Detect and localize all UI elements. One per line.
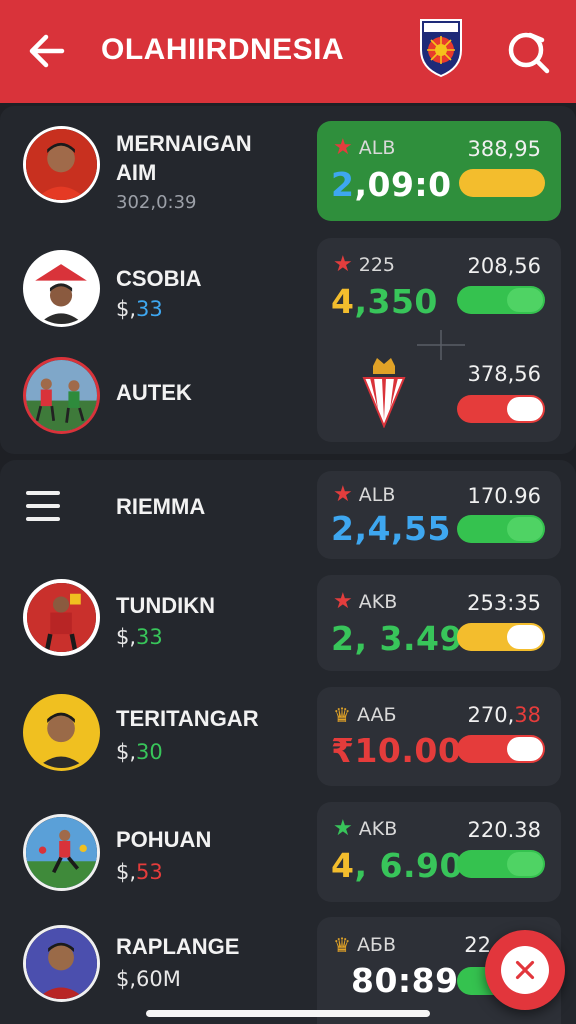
player-name: TUNDIKN	[116, 593, 215, 618]
toggle-switch[interactable]	[457, 286, 545, 314]
home-indicator	[146, 1010, 430, 1017]
star-icon: ★	[333, 135, 353, 160]
player-stat: 302,0:39	[116, 192, 197, 213]
player-stat: 30	[136, 740, 163, 764]
card-tag: AБB	[356, 934, 397, 956]
card-value-part: 38	[514, 703, 541, 727]
star-icon: ★	[333, 589, 353, 614]
currency-prefix: $,	[116, 740, 137, 764]
toggle-knob	[507, 517, 543, 541]
close-icon	[501, 946, 549, 994]
card-score: 2,4,55	[331, 509, 451, 548]
toggle-knob	[507, 625, 543, 649]
toggle-switch[interactable]	[459, 169, 545, 197]
toggle-knob	[507, 737, 543, 761]
card-tag: AKB	[358, 591, 398, 613]
player-name: AUTEK	[116, 380, 192, 405]
player-stat: $,60M	[116, 967, 181, 991]
card-value: 388,95	[467, 137, 541, 161]
player-stat: 33	[136, 297, 163, 321]
close-button[interactable]	[485, 930, 565, 1010]
team-crest-icon	[418, 16, 464, 78]
card-value: 253:35	[467, 591, 541, 615]
card-score: , 6.90	[354, 846, 463, 885]
card-score: , 3.49	[354, 619, 463, 658]
back-arrow-icon[interactable]	[22, 26, 72, 76]
currency-prefix: $,	[116, 860, 137, 884]
card-score-part: 4	[331, 846, 355, 885]
odds-card[interactable]: ★ ALB 388,95 2,09:0	[317, 121, 561, 221]
player-stat: 53	[136, 860, 163, 884]
odds-card[interactable]: ★ ALB 170.96 2,4,55	[317, 471, 561, 559]
toggle-switch[interactable]	[457, 850, 545, 878]
toggle-switch[interactable]	[457, 623, 545, 651]
avatar[interactable]	[23, 357, 100, 434]
card-score-part: 2	[331, 165, 355, 204]
odds-card[interactable]: ★ AKB 220.38 4, 6.90	[317, 802, 561, 902]
toggle-knob	[507, 288, 543, 312]
avatar[interactable]	[23, 250, 100, 327]
toggle-knob	[507, 852, 543, 876]
card-score: ₹10.00	[331, 731, 462, 770]
player-name: TERITANGAR	[116, 706, 259, 731]
avatar[interactable]	[23, 694, 100, 771]
crown-icon: ♛	[333, 933, 351, 957]
card-score-part: 2	[331, 619, 355, 658]
plus-icon	[417, 330, 465, 360]
search-icon[interactable]	[502, 26, 552, 76]
card-tag: ALB	[358, 137, 396, 159]
avatar[interactable]	[23, 925, 100, 1002]
player-name-line2: AIM	[116, 160, 157, 185]
card-score: 80:89	[351, 961, 459, 1000]
card-value: 170.96	[467, 484, 541, 508]
star-icon: ★	[333, 482, 353, 507]
player-stat: 33	[136, 625, 163, 649]
card-value: 220.38	[467, 818, 541, 842]
app-header: OLAHIIRDNESIA	[0, 0, 576, 103]
card-tag: AKB	[358, 818, 398, 840]
card-value: 208,56	[467, 254, 541, 278]
avatar[interactable]	[23, 814, 100, 891]
card-score: ,350	[354, 282, 438, 321]
card-score: ,09:0	[354, 165, 452, 204]
card-tag: ALB	[358, 484, 396, 506]
card-value: 22	[464, 933, 491, 957]
toggle-switch[interactable]	[457, 735, 545, 763]
player-name: MERNAIGAN	[116, 131, 252, 156]
toggle-knob	[507, 397, 543, 421]
avatar[interactable]	[23, 579, 100, 656]
player-name: RAPLANGE	[116, 934, 240, 959]
odds-card[interactable]: ★ AKB 253:35 2, 3.49	[317, 575, 561, 671]
club-crest-icon	[361, 354, 407, 429]
star-icon: ★	[333, 252, 353, 277]
odds-card[interactable]: ★ 225 208,56 4,350 378,56	[317, 238, 561, 442]
player-name: CSOBIA	[116, 266, 202, 291]
card-score-part: 4	[331, 282, 355, 321]
toggle-switch[interactable]	[457, 395, 545, 423]
player-name: RIEMMA	[116, 494, 206, 519]
card-tag: 225	[358, 254, 395, 276]
menu-icon[interactable]	[26, 491, 60, 523]
avatar[interactable]	[23, 126, 100, 203]
toggle-switch[interactable]	[457, 515, 545, 543]
star-icon: ★	[333, 816, 353, 841]
card-tag: AAБ	[356, 704, 397, 726]
currency-prefix: $,	[116, 625, 137, 649]
card-value: 270,	[467, 703, 515, 727]
page-title: OLAHIIRDNESIA	[101, 33, 345, 66]
player-name: POHUAN	[116, 827, 212, 852]
crown-icon: ♛	[333, 703, 351, 727]
card-value: 378,56	[467, 362, 541, 386]
currency-prefix: $,	[116, 297, 137, 321]
odds-card[interactable]: ♛ AAБ 270,38 ₹10.00	[317, 687, 561, 786]
